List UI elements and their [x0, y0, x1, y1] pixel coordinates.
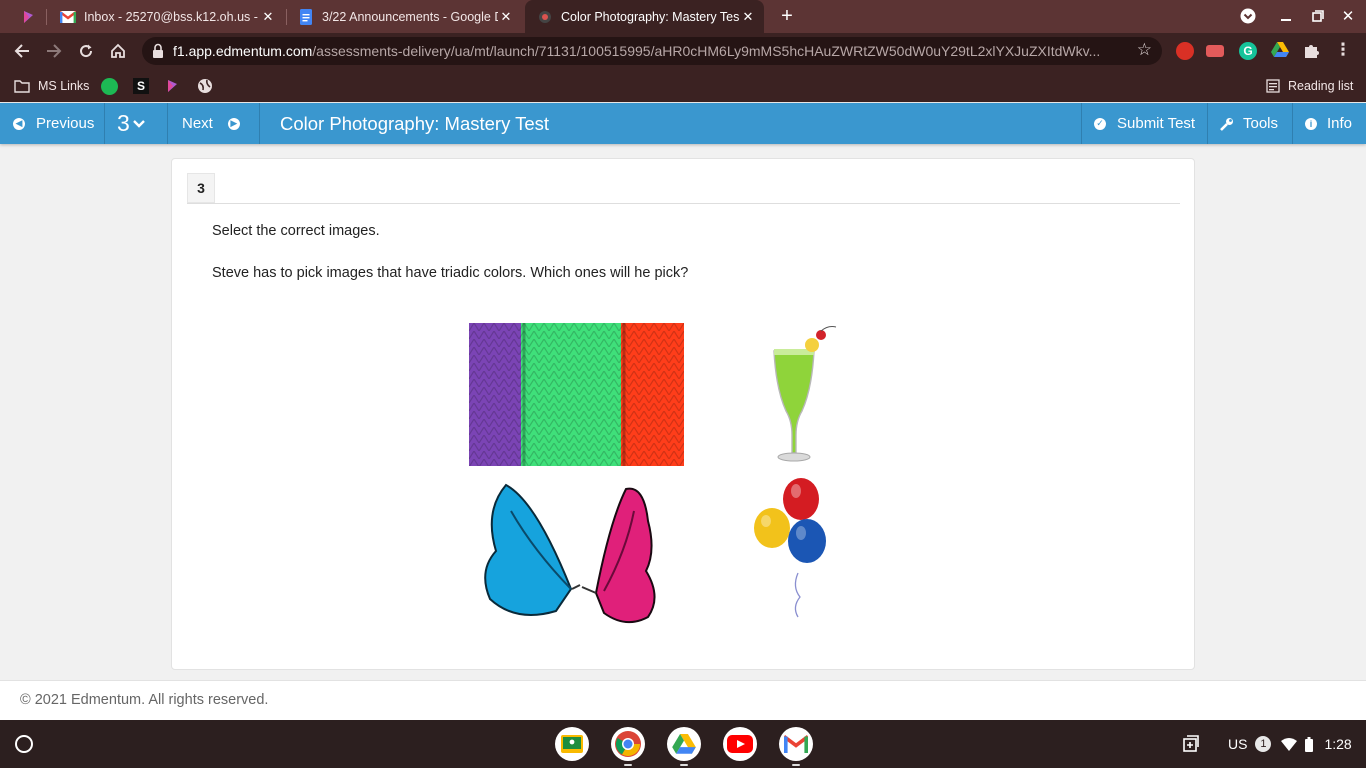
info-icon: i	[1305, 117, 1317, 130]
browser-menu-icon[interactable]: ⋮	[1334, 41, 1352, 60]
reload-icon[interactable]	[74, 39, 98, 63]
folder-icon	[14, 79, 30, 93]
bookmark-star-icon[interactable]: ☆	[1137, 40, 1152, 60]
tab-title: 3/22 Announcements - Google D	[322, 9, 498, 24]
tab-google-docs[interactable]: 3/22 Announcements - Google D ✕	[286, 0, 522, 33]
question-selector[interactable]: 3	[117, 103, 145, 144]
clock: 1:28	[1324, 736, 1352, 752]
butterflies-image	[484, 483, 656, 624]
page-footer: © 2021 Edmentum. All rights reserved.	[0, 680, 1366, 720]
reading-list[interactable]: Reading list	[1266, 76, 1353, 96]
image-option-cocktail[interactable]	[762, 325, 842, 467]
back-arrow-icon[interactable]	[10, 39, 34, 63]
extension-hand-icon[interactable]	[1176, 42, 1194, 60]
test-title: Color Photography: Mastery Test	[280, 112, 550, 134]
gmail-icon	[60, 9, 76, 25]
running-indicator	[680, 764, 688, 766]
home-icon[interactable]	[106, 39, 130, 63]
tab-search-icon[interactable]	[1236, 5, 1260, 27]
cocktail-image	[773, 326, 837, 462]
running-indicator	[624, 764, 632, 766]
bookmark-web[interactable]	[197, 76, 213, 96]
chevron-down-icon	[132, 119, 145, 128]
copyright-text: © 2021 Edmentum. All rights reserved.	[20, 692, 269, 708]
divider	[187, 203, 1180, 204]
question-prompt: Steve has to pick images that have triad…	[212, 265, 689, 281]
extension-record-icon[interactable]	[1206, 45, 1224, 57]
browser-tab-strip: Inbox - 25270@bss.k12.oh.us - E ✕ 3/22 A…	[0, 0, 1366, 33]
close-window-icon[interactable]: ✕	[1336, 5, 1360, 27]
running-indicator	[792, 764, 800, 766]
next-arrow-icon: ▶	[227, 117, 240, 130]
previous-arrow-icon: ◀	[13, 117, 25, 130]
app-bookmark-icon	[165, 79, 179, 93]
chrome-icon[interactable]	[611, 727, 645, 761]
restore-icon[interactable]	[1306, 5, 1330, 27]
question-card: 3 Select the correct images. Steve has t…	[171, 158, 1195, 670]
url-text: f1.app.edmentum.com/assessments-delivery…	[173, 43, 1101, 59]
tab-gmail[interactable]: Inbox - 25270@bss.k12.oh.us - E ✕	[48, 0, 284, 33]
yarn-image	[469, 323, 684, 466]
question-number-badge: 3	[187, 173, 215, 203]
google-docs-icon	[298, 8, 314, 25]
keyboard-layout: US	[1228, 736, 1248, 752]
minimize-icon[interactable]	[1274, 5, 1298, 27]
question-instruction: Select the correct images.	[212, 223, 380, 239]
bookmarks-bar: MS Links S Reading list	[0, 69, 1366, 102]
close-tab-icon[interactable]: ✕	[740, 9, 756, 25]
notification-count: 1	[1255, 736, 1272, 752]
google-drive-icon[interactable]	[667, 727, 701, 761]
close-tab-icon[interactable]: ✕	[498, 9, 514, 25]
grammarly-icon[interactable]: G	[1239, 42, 1257, 60]
close-tab-icon[interactable]: ✕	[260, 9, 276, 25]
app-favicon-icon	[20, 9, 36, 25]
spotify-icon	[101, 77, 118, 95]
extensions-puzzle-icon[interactable]	[1302, 42, 1320, 60]
reading-list-icon	[1266, 79, 1280, 93]
image-option-balloons[interactable]	[752, 477, 832, 619]
status-tray[interactable]: US 1 1:28	[1228, 720, 1352, 768]
submit-test-button[interactable]: ✓ Submit Test	[1094, 103, 1195, 144]
bookmark-spotify[interactable]	[101, 76, 118, 96]
google-drive-ext-icon[interactable]	[1271, 42, 1289, 60]
balloons-image	[754, 478, 826, 618]
bookmark-s[interactable]: S	[133, 76, 149, 96]
bookmark-ms-links[interactable]: MS Links	[14, 76, 89, 96]
tools-button[interactable]: Tools	[1220, 103, 1278, 144]
battery-icon	[1305, 736, 1314, 752]
reading-list-label: Reading list	[1288, 79, 1354, 93]
google-classroom-icon[interactable]	[555, 727, 589, 761]
lock-icon	[152, 43, 164, 59]
globe-icon	[197, 78, 213, 94]
bookmark-label: MS Links	[38, 79, 90, 93]
gmail-shelf-icon[interactable]	[779, 727, 813, 761]
address-bar[interactable]: f1.app.edmentum.com/assessments-delivery…	[142, 37, 1162, 65]
info-button[interactable]: i Info	[1305, 103, 1352, 144]
tab-edmentum[interactable]: Color Photography: Mastery Tes ✕	[525, 0, 764, 33]
check-circle-icon: ✓	[1094, 117, 1106, 130]
wrench-icon	[1220, 117, 1234, 131]
next-button[interactable]: Next ▶	[182, 103, 240, 144]
wifi-icon	[1281, 737, 1298, 751]
new-tab-button[interactable]: +	[776, 4, 798, 28]
image-option-butterflies[interactable]	[476, 481, 681, 627]
tab-title: Inbox - 25270@bss.k12.oh.us - E	[84, 9, 260, 24]
image-option-yarn[interactable]	[469, 323, 684, 466]
test-navigation-bar: ◀ Previous 3 Next ▶ Color Photography: M…	[0, 103, 1366, 144]
forward-arrow-icon[interactable]	[42, 39, 66, 63]
previous-button[interactable]: ◀ Previous	[13, 103, 94, 144]
bookmark-app[interactable]	[165, 76, 179, 96]
clipboard-icon[interactable]	[1182, 720, 1200, 768]
youtube-icon[interactable]	[723, 727, 757, 761]
launcher-icon[interactable]	[15, 735, 33, 753]
browser-toolbar: f1.app.edmentum.com/assessments-delivery…	[0, 33, 1366, 69]
edmentum-favicon-icon	[537, 9, 553, 25]
os-shelf: US 1 1:28	[0, 720, 1366, 768]
tab-title: Color Photography: Mastery Tes	[561, 9, 740, 24]
s-app-icon: S	[133, 78, 149, 94]
tab-pinned[interactable]	[8, 0, 44, 33]
